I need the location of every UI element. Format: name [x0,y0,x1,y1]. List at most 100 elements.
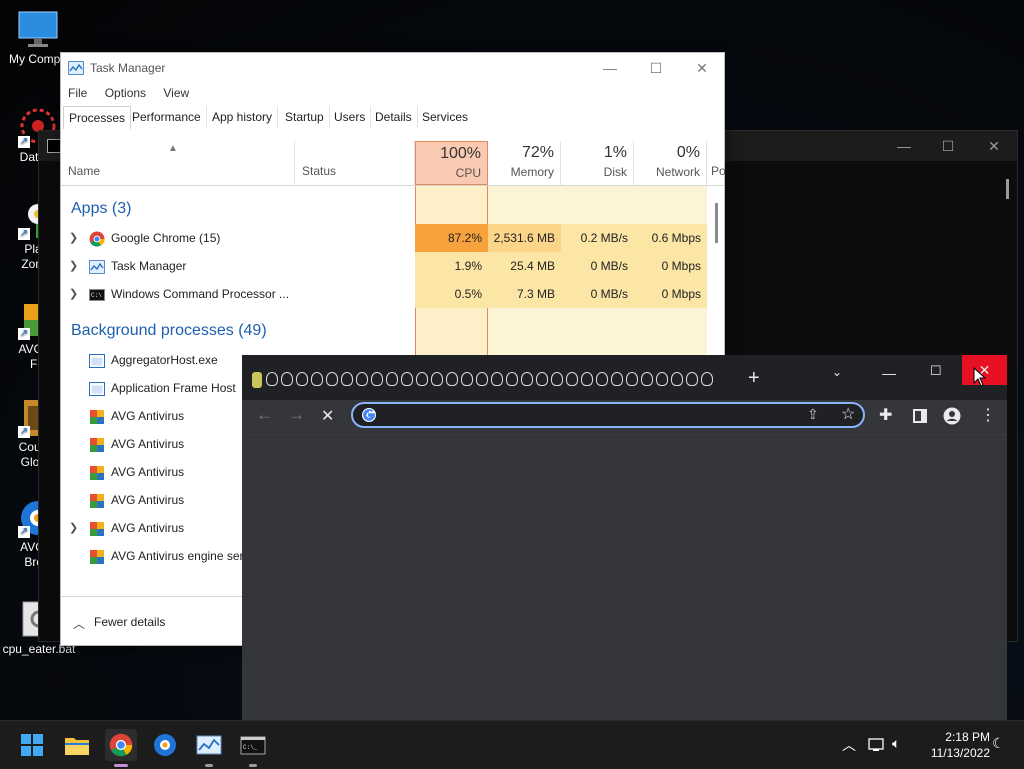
share-icon[interactable]: ⇪ [807,406,819,423]
cmd-minimize-button[interactable]: — [881,131,927,161]
tab-favicon-icon[interactable] [356,372,368,386]
tab-favicon-icon[interactable] [701,372,713,386]
tab-favicon-icon[interactable] [626,372,638,386]
task-manager-titlebar[interactable]: Task Manager — ☐ ✕ [61,53,724,83]
forward-arrow-icon[interactable]: → [288,405,305,425]
start-button[interactable] [16,729,48,761]
notifications-moon-icon[interactable]: ☾ [992,735,1005,752]
expand-chevron-icon[interactable]: ❯ [69,259,78,272]
chrome-window[interactable]: + ⌄ — ☐ ✕ ← → ✕ ⇪ ☆ ✚ ⋮ [242,355,1007,720]
cmd-close-button[interactable]: ✕ [971,131,1017,161]
close-button[interactable]: ✕ [679,53,725,83]
tab-favicon-icon[interactable] [401,372,413,386]
expand-chevron-icon[interactable]: ❯ [69,287,78,300]
tab-services[interactable]: Services [417,106,473,128]
tab-favicon-icon[interactable] [596,372,608,386]
taskbar-command-prompt[interactable]: C:\_ [237,729,269,767]
taskbar-file-explorer[interactable] [61,729,93,761]
taskbar-task-manager[interactable] [193,729,225,767]
side-panel-icon[interactable] [913,409,927,423]
back-arrow-icon[interactable]: ← [256,405,273,425]
tab-favicon-icon[interactable] [476,372,488,386]
tab-favicon-icon[interactable] [506,372,518,386]
process-list-scrollbar[interactable] [715,203,718,243]
volume-icon[interactable]: 🔈︎ [892,735,900,752]
tab-favicon-icon[interactable] [266,372,278,386]
minimize-button[interactable]: — [587,53,633,83]
expand-chevron-icon[interactable]: ❯ [69,231,78,244]
address-input[interactable] [383,406,807,426]
table-row[interactable]: ❯ Task Manager 1.9% 25.4 MB 0 MB/s 0 Mbp… [61,252,709,280]
tab-favicon-icon[interactable] [536,372,548,386]
column-cpu[interactable]: 100% CPU [415,141,488,185]
chrome-tab-strip[interactable]: + ⌄ — ☐ ✕ [242,355,1007,400]
tab-favicon-icon[interactable] [371,372,383,386]
new-tab-button[interactable]: + [748,367,760,390]
menu-view[interactable]: View [156,83,196,100]
chrome-minimize-button[interactable]: — [882,365,896,381]
tab-search-chevron-icon[interactable]: ⌄ [832,365,842,379]
fewer-details-button[interactable]: Fewer details [94,615,165,629]
maximize-button[interactable]: ☐ [633,53,679,83]
tab-users[interactable]: Users [329,106,372,128]
tab-favicon-icon[interactable] [551,372,563,386]
tab-favicon-icon[interactable] [431,372,443,386]
group-apps[interactable]: Apps (3) [71,200,131,218]
table-row[interactable]: ❯ C:\ Windows Command Processor ... 0.5%… [61,280,709,308]
tab-favicon-icon[interactable] [491,372,503,386]
tab-favicon-icon[interactable] [611,372,623,386]
bookmark-star-icon[interactable]: ☆ [841,404,855,424]
tab-favicon-icon[interactable] [521,372,533,386]
tab-favicon-icon[interactable] [656,372,668,386]
tab-favicon-icon[interactable] [416,372,428,386]
tab-performance[interactable]: Performance [127,106,207,128]
kebab-menu-icon[interactable]: ⋮ [980,405,996,425]
chrome-page-content[interactable] [242,435,1007,720]
chevron-up-icon[interactable]: ︿ [73,615,85,632]
tab-favicon-icon[interactable] [326,372,338,386]
folder-icon [65,738,89,755]
taskbar: C:\_ ︿ 🔈︎ 2:18 PM 11/13/2022 ☾ [0,720,1024,769]
column-disk[interactable]: 1% Disk [561,141,634,185]
group-background-processes[interactable]: Background processes (49) [71,322,267,340]
tab-favicon-icon[interactable] [641,372,653,386]
tab-favicon-icon[interactable] [341,372,353,386]
tab-favicon-icon[interactable] [311,372,323,386]
column-name[interactable]: ▲ Name [61,141,295,185]
menu-file[interactable]: File [61,83,94,100]
tab-processes[interactable]: Processes [63,106,132,129]
cmd-scrollbar[interactable] [1006,179,1009,199]
tab-favicon-icon[interactable] [671,372,683,386]
tab-favicon-icon[interactable] [566,372,578,386]
tab-startup[interactable]: Startup [280,106,330,128]
tab-favicon-icon[interactable] [281,372,293,386]
clock[interactable]: 2:18 PM 11/13/2022 [914,729,990,761]
column-network[interactable]: 0% Network [634,141,707,185]
cmd-maximize-button[interactable]: ☐ [925,131,971,161]
table-row[interactable]: ❯ Google Chrome (15) 87.2% 2,531.6 MB 0.… [61,224,709,252]
tray-overflow-chevron-icon[interactable]: ︿ [842,735,856,755]
stop-loading-icon[interactable]: ✕ [321,406,334,426]
tab-favicon-icon[interactable] [461,372,473,386]
taskbar-avg-browser[interactable] [149,729,181,761]
pinned-tabs-strip[interactable] [266,372,736,390]
taskbar-chrome[interactable] [105,729,137,767]
tab-app-history[interactable]: App history [207,106,279,128]
profile-avatar-icon[interactable] [943,407,961,425]
menu-options[interactable]: Options [98,83,153,100]
column-memory[interactable]: 72% Memory [488,141,561,185]
address-bar[interactable]: ⇪ ☆ [351,402,865,428]
tab-favicon-icon[interactable] [386,372,398,386]
tab-favicon-icon[interactable] [446,372,458,386]
column-status[interactable]: Status [295,141,415,185]
network-icon[interactable] [868,737,886,753]
chrome-maximize-button[interactable]: ☐ [930,363,942,379]
tab-favicon-icon[interactable] [686,372,698,386]
column-power[interactable]: Po [707,141,726,185]
tab-details[interactable]: Details [370,106,418,128]
tab-favicon-icon[interactable] [581,372,593,386]
first-tab-favicon-icon[interactable] [252,372,262,388]
extensions-puzzle-icon[interactable]: ✚ [879,405,892,425]
expand-chevron-icon[interactable]: ❯ [69,521,78,534]
tab-favicon-icon[interactable] [296,372,308,386]
